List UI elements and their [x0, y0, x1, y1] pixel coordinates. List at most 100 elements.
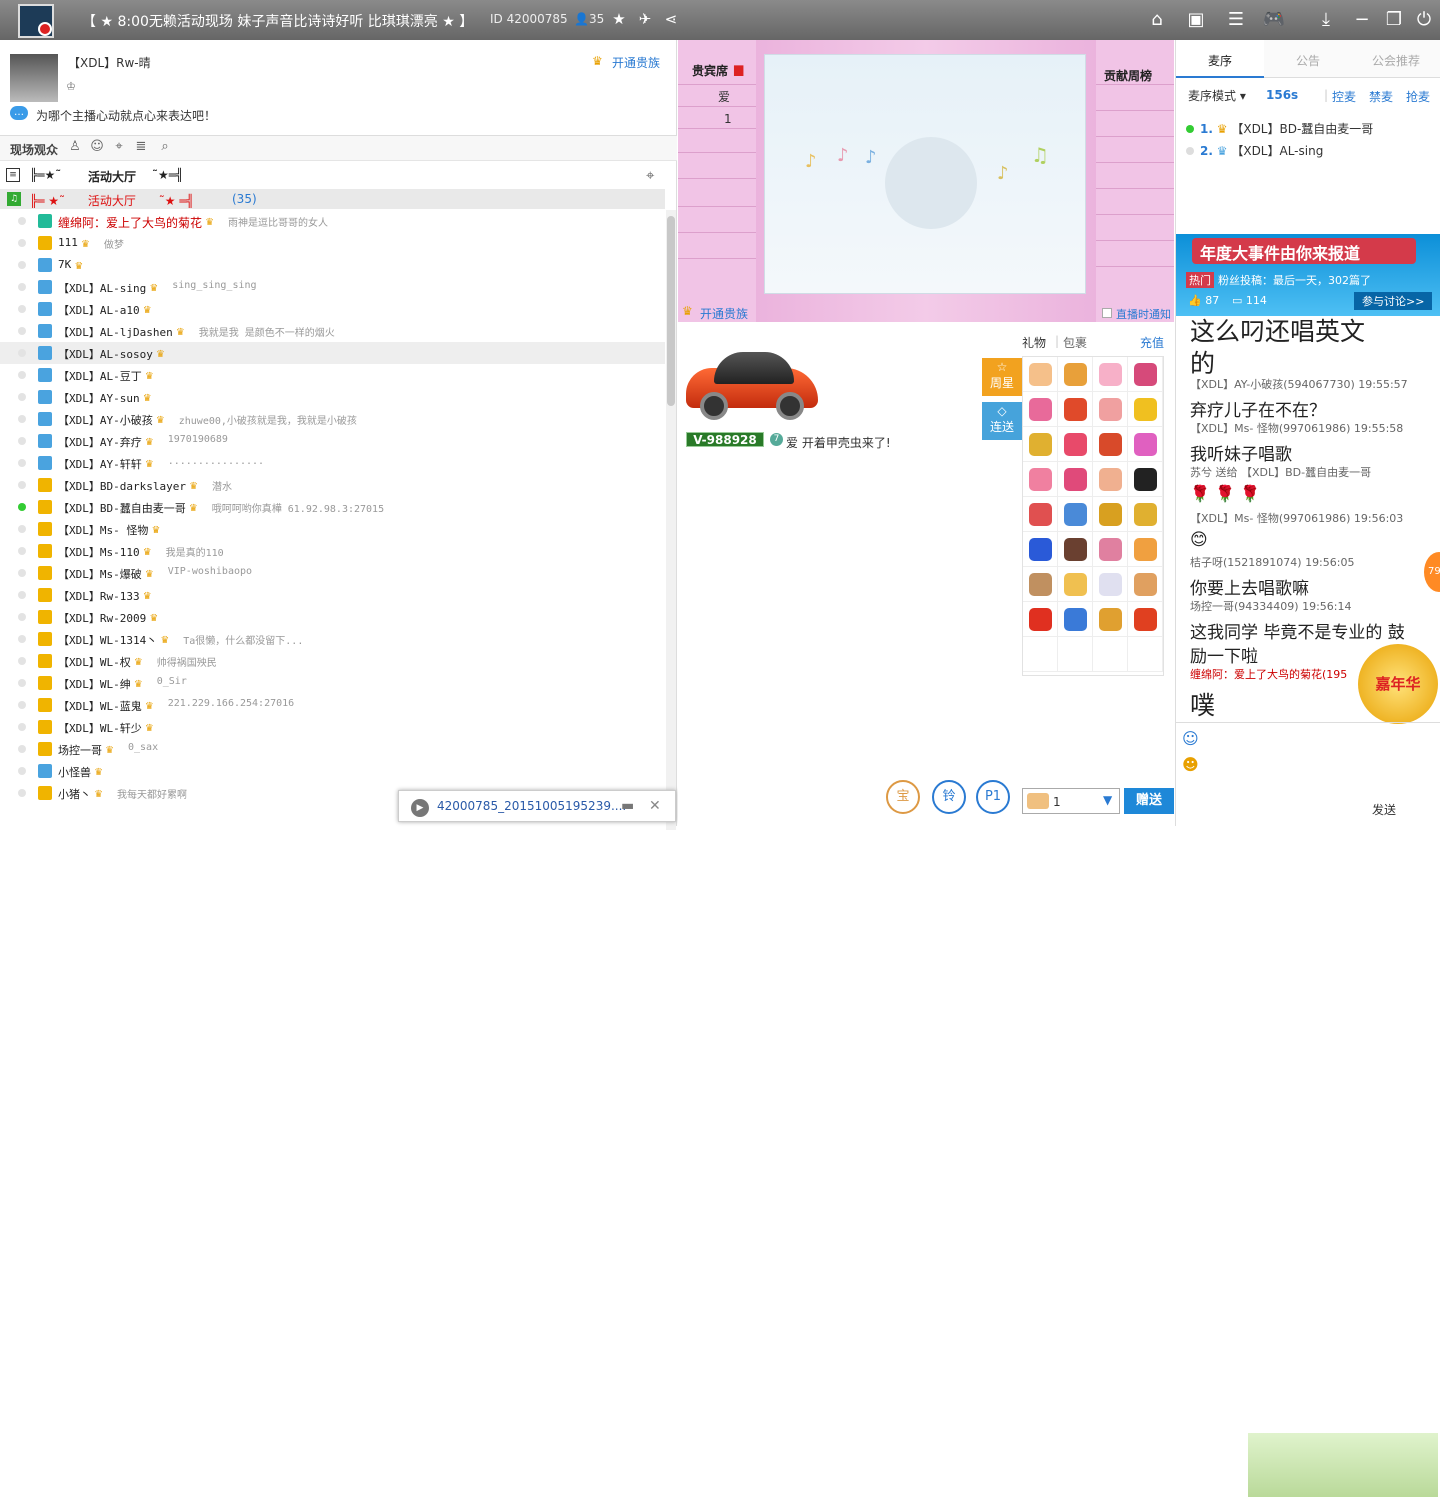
gift-cell[interactable]: [1058, 462, 1093, 497]
member-row[interactable]: 【XDL】AL-ljDashen ♛ 我就是我 是颜色不一样的烟火: [0, 320, 665, 342]
send-button[interactable]: 发送: [1372, 801, 1396, 818]
contacts-icon[interactable]: ▣: [1184, 8, 1208, 32]
member-row[interactable]: 【XDL】Ms- 怪物 ♛: [0, 518, 665, 540]
channel-row[interactable]: ♫ ╠═ ★˜ 活动大厅 ˜★ ═╣ (35): [0, 189, 665, 209]
minimize-icon[interactable]: −: [1350, 8, 1374, 32]
gift-cell[interactable]: [1058, 392, 1093, 427]
gift-cell[interactable]: [1128, 567, 1163, 602]
send-gift-button[interactable]: 赠送: [1124, 788, 1174, 814]
gift-cell[interactable]: [1128, 427, 1163, 462]
seat-item[interactable]: 1: [724, 112, 732, 126]
emoji-icon[interactable]: ☺: [1182, 729, 1199, 748]
quantity-select[interactable]: 1 ▼: [1022, 788, 1120, 814]
share-icon[interactable]: ⋖: [662, 10, 680, 28]
member-row[interactable]: 7K ♛: [0, 254, 665, 276]
gift-cell[interactable]: [1093, 637, 1128, 672]
plane-icon[interactable]: ✈: [636, 10, 654, 28]
grab-mic-link[interactable]: 抢麦: [1406, 88, 1430, 105]
gift-cell[interactable]: [1023, 637, 1058, 672]
gift-cell[interactable]: [1093, 462, 1128, 497]
gift-cell[interactable]: [1023, 602, 1058, 637]
chevron-down-icon[interactable]: ▼: [1103, 793, 1112, 807]
member-row[interactable]: 【XDL】WL-蓝鬼 ♛ 221.229.166.254:27016: [0, 694, 665, 716]
power-icon[interactable]: ⏻: [1412, 8, 1436, 32]
member-row[interactable]: 缠绵阿：爱上了大鸟的菊花 ♛ 雨神是逗比哥哥的女人: [0, 210, 665, 232]
close-icon[interactable]: ✕: [649, 798, 661, 814]
gift-cell[interactable]: [1128, 637, 1163, 672]
recharge-link[interactable]: 充值: [1140, 334, 1164, 351]
member-row[interactable]: 【XDL】AL-sosoy ♛: [0, 342, 665, 364]
room-logo[interactable]: [18, 4, 54, 38]
tab-gift[interactable]: 礼物: [1022, 334, 1046, 351]
open-vip-link[interactable]: 开通贵族: [612, 54, 660, 71]
member-row[interactable]: 【XDL】AL-a10 ♛: [0, 298, 665, 320]
member-row[interactable]: 【XDL】AY-弃疗 ♛ 1970190689: [0, 430, 665, 452]
restore-icon[interactable]: ❐: [1382, 8, 1406, 32]
tab-mic-order[interactable]: 麦序: [1208, 52, 1232, 69]
gift-cell[interactable]: [1023, 392, 1058, 427]
gift-cell[interactable]: [1128, 497, 1163, 532]
member-row[interactable]: 【XDL】WL-轩少 ♛: [0, 716, 665, 738]
member-row[interactable]: 【XDL】Rw-2009 ♛: [0, 606, 665, 628]
bell-button[interactable]: 铃: [932, 780, 966, 814]
tab-guild[interactable]: 公会推荐: [1372, 52, 1420, 69]
ban-mic-link[interactable]: 禁麦: [1369, 88, 1393, 105]
download-file-name[interactable]: 42000785_20151005195239....: [437, 799, 626, 813]
member-row[interactable]: 【XDL】Ms-爆破 ♛ VIP-woshibaopo: [0, 562, 665, 584]
notify-checkbox[interactable]: [1102, 308, 1112, 318]
channel-deco-left[interactable]: ╠═★˜: [30, 168, 61, 182]
video-area[interactable]: ♪ ♪ ♪ ♪ ♫: [764, 54, 1086, 294]
member-row[interactable]: 【XDL】BD-蠶自由麦一哥 ♛ 哦呵呵哟你真樺 61.92.98.3:27015: [0, 496, 665, 518]
gift-cell[interactable]: [1058, 532, 1093, 567]
channel-hall[interactable]: 活动大厅: [88, 168, 136, 185]
member-row[interactable]: 【XDL】AY-sun ♛: [0, 386, 665, 408]
gift-cell[interactable]: [1058, 637, 1093, 672]
gift-cell[interactable]: [1093, 602, 1128, 637]
gift-cell[interactable]: [1058, 567, 1093, 602]
member-row[interactable]: 【XDL】WL-权 ♛ 帅得祸国殃民: [0, 650, 665, 672]
face-icon[interactable]: ☺: [88, 139, 106, 157]
gift-cell[interactable]: [1128, 462, 1163, 497]
gift-cell[interactable]: [1128, 392, 1163, 427]
gift-cell[interactable]: [1128, 602, 1163, 637]
p1-button[interactable]: P1: [976, 780, 1010, 814]
pin-icon[interactable]: ⌖: [646, 166, 654, 184]
gift-cell[interactable]: [1093, 392, 1128, 427]
control-mic-link[interactable]: 控麦: [1332, 88, 1356, 105]
member-row[interactable]: 【XDL】AL-豆丁 ♛: [0, 364, 665, 386]
gift-cell[interactable]: [1128, 357, 1163, 392]
gift-cell[interactable]: [1128, 532, 1163, 567]
list-icon[interactable]: ☰: [1224, 8, 1248, 32]
scrollbar-thumb[interactable]: [667, 216, 675, 406]
avatar[interactable]: [10, 54, 58, 102]
play-icon[interactable]: ▶: [411, 799, 429, 817]
member-row[interactable]: 【XDL】Ms-110 ♛ 我是真的110: [0, 540, 665, 562]
gift-cell[interactable]: [1093, 357, 1128, 392]
gift-cell[interactable]: [1058, 497, 1093, 532]
location-icon[interactable]: ⌖: [110, 139, 128, 157]
gift-cell[interactable]: [1023, 567, 1058, 602]
gift-cell[interactable]: [1023, 532, 1058, 567]
carnival-badge[interactable]: 嘉年华: [1358, 644, 1438, 724]
member-row[interactable]: 【XDL】BD-darkslayer ♛ 潜水: [0, 474, 665, 496]
member-row[interactable]: 场控一哥 ♛ 0_sax: [0, 738, 665, 760]
continuous-send-button[interactable]: ◇ 连送: [982, 402, 1022, 440]
member-row[interactable]: 111 ♛ 做梦: [0, 232, 665, 254]
game-icon[interactable]: 🎮: [1262, 8, 1286, 32]
gift-cell[interactable]: [1058, 357, 1093, 392]
open-vip-link[interactable]: 开通贵族: [700, 305, 748, 322]
sticker-icon[interactable]: ☻: [1182, 755, 1199, 774]
gift-cell[interactable]: [1093, 427, 1128, 462]
weekly-star-button[interactable]: ☆ 周星: [982, 358, 1022, 396]
gift-cell[interactable]: [1023, 357, 1058, 392]
member-row[interactable]: 【XDL】AY-小破孩 ♛ zhuwe00,小破孩就是我，我就是小破孩: [0, 408, 665, 430]
gift-cell[interactable]: [1058, 602, 1093, 637]
seat-item[interactable]: 爱: [718, 88, 730, 105]
member-row[interactable]: 【XDL】Rw-133 ♛: [0, 584, 665, 606]
treasure-button[interactable]: 宝: [886, 780, 920, 814]
folder-icon[interactable]: ▬: [621, 798, 634, 814]
tab-announcement[interactable]: 公告: [1296, 52, 1320, 69]
home-icon[interactable]: ⌂: [1145, 8, 1169, 32]
member-list[interactable]: 缠绵阿：爱上了大鸟的菊花 ♛ 雨神是逗比哥哥的女人 111 ♛ 做梦 7K ♛ 【XDL】AL-…: [0, 210, 665, 830]
member-row[interactable]: 【XDL】AL-sing ♛ sing_sing_sing: [0, 276, 665, 298]
